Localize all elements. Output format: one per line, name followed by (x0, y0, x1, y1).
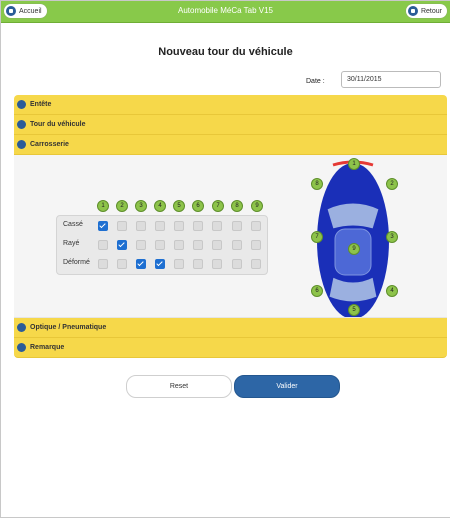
car-icon (17, 140, 26, 149)
damage-checkbox[interactable] (212, 259, 222, 269)
date-field[interactable]: 30/11/2015 (341, 71, 441, 88)
column-number: 5 (173, 200, 185, 212)
damage-checkbox[interactable] (251, 259, 261, 269)
back-button-label: Retour (420, 7, 442, 15)
section-optique[interactable]: Optique / Pneumatique (14, 318, 447, 338)
app-title: Automobile MéCa Tab V15 (177, 6, 274, 15)
section-tour-vehicule[interactable]: Tour du véhicule (14, 115, 447, 135)
damage-checkbox[interactable] (232, 240, 242, 250)
row-label-raye: Rayé (63, 240, 80, 247)
damage-checkbox[interactable] (251, 240, 261, 250)
damage-checkbox[interactable] (117, 240, 127, 250)
car-zone-2[interactable]: 2 (386, 178, 398, 190)
top-bar: Accueil Automobile MéCa Tab V15 Retour (1, 1, 450, 23)
back-icon (407, 6, 418, 16)
car-zone-9[interactable]: 9 (348, 243, 360, 255)
column-number: 2 (116, 200, 128, 212)
target-icon (17, 120, 26, 129)
back-button[interactable]: Retour (405, 4, 447, 18)
damage-checkbox[interactable] (98, 221, 108, 231)
damage-checkbox[interactable] (193, 259, 203, 269)
damage-table: Cassé Rayé Déformé (56, 215, 268, 275)
damage-checkbox[interactable] (98, 240, 108, 250)
section-remarque[interactable]: Remarque (14, 338, 447, 358)
reset-button[interactable]: Reset (126, 375, 232, 398)
damage-checkbox[interactable] (117, 221, 127, 231)
damage-checkbox[interactable] (136, 259, 146, 269)
damage-checkbox[interactable] (136, 221, 146, 231)
damage-checkbox[interactable] (212, 221, 222, 231)
damage-checkbox[interactable] (117, 259, 127, 269)
info-icon (17, 100, 26, 109)
app-screen: Accueil Automobile MéCa Tab V15 Retour N… (0, 0, 450, 518)
section-remarque-label: Remarque (30, 344, 65, 351)
column-number: 3 (135, 200, 147, 212)
car-zone-4[interactable]: 4 (386, 285, 398, 297)
car-zone-6[interactable]: 6 (311, 285, 323, 297)
column-number: 1 (97, 200, 109, 212)
damage-checkbox[interactable] (212, 240, 222, 250)
row-label-deforme: Déformé (63, 259, 90, 266)
section-carrosserie[interactable]: Carrosserie (14, 135, 447, 155)
column-number: 7 (212, 200, 224, 212)
car-zone-8[interactable]: 8 (311, 178, 323, 190)
date-label: Date : (306, 78, 325, 85)
damage-checkbox[interactable] (232, 221, 242, 231)
row-label-casse: Cassé (63, 221, 83, 228)
damage-checkbox[interactable] (193, 221, 203, 231)
edit-icon (17, 343, 26, 352)
column-number: 6 (192, 200, 204, 212)
section-entete-label: Entête (30, 101, 52, 108)
damage-checkbox[interactable] (174, 259, 184, 269)
car-zone-5[interactable]: 5 (348, 304, 360, 316)
section-carrosserie-label: Carrosserie (30, 141, 69, 148)
settings-icon (17, 323, 26, 332)
damage-checkbox[interactable] (174, 221, 184, 231)
submit-button[interactable]: Valider (234, 375, 340, 398)
section-tour-label: Tour du véhicule (30, 121, 86, 128)
column-number: 4 (154, 200, 166, 212)
car-zone-1[interactable]: 1 (348, 158, 360, 170)
car-zone-3[interactable]: 3 (386, 231, 398, 243)
damage-checkbox[interactable] (174, 240, 184, 250)
section-optique-label: Optique / Pneumatique (30, 324, 107, 331)
damage-checkbox[interactable] (193, 240, 203, 250)
damage-checkbox[interactable] (155, 259, 165, 269)
damage-checkbox[interactable] (251, 221, 261, 231)
column-number: 8 (231, 200, 243, 212)
damage-checkbox[interactable] (98, 259, 108, 269)
section-entete[interactable]: Entête (14, 95, 447, 115)
page-title: Nouveau tour du véhicule (158, 46, 293, 58)
damage-checkbox[interactable] (136, 240, 146, 250)
damage-checkbox[interactable] (232, 259, 242, 269)
damage-checkbox[interactable] (155, 240, 165, 250)
windshield (326, 202, 380, 230)
column-number: 9 (251, 200, 263, 212)
car-zone-7[interactable]: 7 (311, 231, 323, 243)
damage-checkbox[interactable] (155, 221, 165, 231)
